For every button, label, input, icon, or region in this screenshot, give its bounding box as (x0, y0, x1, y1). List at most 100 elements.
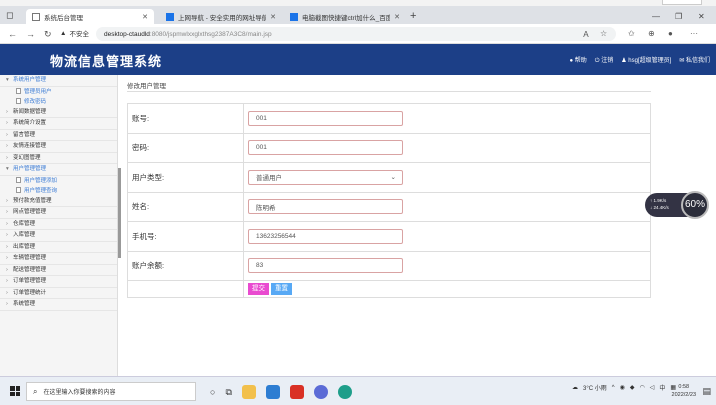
close-icon[interactable]: ✕ (394, 13, 400, 21)
translate-icon[interactable]: Ａ (582, 29, 590, 40)
close-icon[interactable]: ✕ (270, 13, 276, 21)
security-tray-icon[interactable]: ◆ (630, 384, 635, 391)
sidebar-group-outlets[interactable]: › 网点管理管理 (0, 207, 117, 219)
favorites-icon[interactable]: ✩ (628, 29, 635, 38)
tab-label: 系统后台管理 (44, 14, 83, 22)
task-view-icon[interactable]: ⧉ (225, 387, 231, 398)
buttons-cell: 提交 重置 (243, 280, 651, 298)
taskbar: ⌕ 在这里输入你要搜索的内容 ○ ⧉ ☁ 3°C 小雨 ^ ◉ ◆ ◠ ◁ 中 … (0, 376, 716, 405)
wps-icon[interactable] (289, 385, 304, 399)
sidebar-group-intro[interactable]: › 系统简介设置 (0, 118, 117, 130)
close-icon[interactable]: ✕ (142, 13, 148, 21)
tab-baidu[interactable]: 电脑截图快捷键ctrl加什么_百度 ✕ (284, 9, 406, 24)
forward-icon[interactable]: → (26, 29, 35, 39)
sidebar-group-label: 用户管理管理 (13, 166, 47, 172)
form-row: 手机号: (127, 221, 651, 252)
sidebar-group-user-management[interactable]: ▾ 用户管理管理 (0, 164, 117, 176)
tray-icon[interactable]: ◉ (620, 384, 625, 391)
sidebar-group-system-users[interactable]: ▾ 系统用户管理 (0, 75, 117, 87)
name-input[interactable] (248, 199, 403, 215)
chevron-down-icon: ▾ (6, 166, 9, 172)
password-label: 密码: (127, 132, 244, 163)
sidebar-group-orders[interactable]: › 订单管理管理 (0, 276, 117, 288)
sidebar-group-messages[interactable]: › 留言管理 (0, 130, 117, 141)
sidebar-group-order-stats[interactable]: › 订单管理统计 (0, 288, 117, 299)
cortana-icon[interactable]: ○ (210, 387, 215, 397)
minimize-icon[interactable]: — (652, 12, 660, 21)
network-speed-widget[interactable]: ↑ 1.9K/s ↓ 24.4K/s 60% (645, 191, 709, 219)
phone-input[interactable] (248, 228, 403, 244)
password-input[interactable] (248, 140, 403, 156)
security-indicator[interactable]: ▲ 不安全 (60, 28, 89, 39)
chevron-right-icon: › (6, 143, 8, 149)
chevron-down-icon: ⌄ (390, 174, 396, 182)
tab-system-admin[interactable]: 系统后台管理 ✕ (26, 9, 154, 24)
new-tab-icon[interactable]: + (410, 11, 416, 22)
chevron-right-icon: › (6, 266, 8, 273)
notification-icon[interactable]: ▤ (702, 386, 711, 397)
restore-icon[interactable]: ❐ (675, 12, 682, 21)
account-input[interactable] (248, 110, 403, 126)
sidebar-group-inbound[interactable]: › 入库管理 (0, 230, 117, 242)
user-type-select[interactable]: 普通用户 ⌄ (248, 169, 403, 185)
edge-icon[interactable] (337, 385, 352, 399)
url-field[interactable]: desktop-ctaudld:8080/jspmwlxxglxthsg2387… (96, 27, 616, 41)
sidebar-item-admin-users[interactable]: 管理员用户 (0, 87, 117, 97)
chevron-right-icon: › (6, 289, 8, 296)
file-icon (16, 176, 21, 183)
logout-label: 注销 (601, 58, 614, 64)
help-link[interactable]: ● 帮助 (569, 55, 586, 65)
help-icon: ● (569, 58, 574, 64)
sidebar-group-vehicles[interactable]: › 车辆管理管理 (0, 253, 117, 265)
wifi-icon[interactable]: ◠ (639, 384, 644, 391)
sidebar-group-label: 订单管理统计 (13, 289, 47, 296)
sidebar-group-news[interactable]: › 新闻数据管理 (0, 107, 117, 118)
sidebar-group-slides[interactable]: › 变幻图管理 (0, 153, 117, 164)
profile-icon[interactable]: ● (668, 29, 673, 38)
clock[interactable]: 0:58 2022/2/23 (672, 383, 696, 399)
sidebar-group-label: 入库管理 (13, 232, 36, 238)
sidebar-group-delivery[interactable]: › 配送管理管理 (0, 265, 117, 276)
volume-icon[interactable]: ◁ (650, 384, 655, 391)
sidebar-group-label: 系统简介设置 (13, 120, 47, 126)
sidebar-group-label: 车辆管理管理 (13, 255, 47, 261)
windows-start-icon[interactable] (10, 386, 20, 396)
sidebar-item-label: 管理员用户 (24, 88, 52, 95)
sidebar-group-outbound[interactable]: › 出库管理 (0, 242, 117, 253)
app-icon[interactable] (313, 385, 328, 399)
balance-input[interactable] (248, 258, 403, 274)
message-link[interactable]: ✉ 私信我们 (679, 55, 710, 65)
user-label: hsg[超级管理员] (628, 58, 672, 64)
file-icon (16, 87, 21, 94)
sidebar-item-change-password[interactable]: 修改密码 (0, 97, 117, 107)
file-explorer-icon[interactable] (241, 385, 256, 399)
collections-icon[interactable]: ⊕ (648, 29, 655, 38)
logout-link[interactable]: ⏻ 注销 (595, 55, 613, 65)
sidebar-group-links[interactable]: › 友情连接管理 (0, 141, 117, 153)
reload-icon[interactable]: ↻ (44, 29, 52, 39)
security-label: 不安全 (69, 31, 89, 38)
tab-navigation[interactable]: 上网导航 - 安全实用的网址导航 ✕ (160, 9, 282, 24)
favorite-icon[interactable]: ☆ (600, 29, 607, 38)
weather-text[interactable]: 3°C 小雨 (583, 383, 607, 392)
address-bar: ← → ↻ ▲ 不安全 desktop-ctaudld:8080/jspmwlx… (0, 24, 716, 44)
more-icon[interactable]: ··· (690, 29, 698, 38)
window-menu-icon[interactable]: ◻ (6, 10, 16, 20)
reset-button[interactable]: 重置 (271, 283, 292, 295)
window-close-icon[interactable]: ✕ (698, 12, 705, 21)
ie-icon[interactable] (265, 385, 280, 399)
sidebar-group-warehouse[interactable]: › 仓库管理 (0, 219, 117, 230)
name-cell (243, 191, 651, 222)
browser-tab-bar: ◻ 系统后台管理 ✕ 上网导航 - 安全实用的网址导航 ✕ 电脑截图快捷键ctr… (0, 6, 716, 24)
sidebar-item-user-query[interactable]: 用户管理查询 (0, 186, 117, 196)
page-icon (32, 12, 40, 21)
sidebar-group-prepaid[interactable]: › 预付款充值管理 (0, 196, 117, 207)
ime-indicator[interactable]: 中 (659, 383, 665, 392)
sidebar-item-user-add[interactable]: 用户管理添加 (0, 176, 117, 186)
taskbar-search[interactable]: ⌕ 在这里输入你要搜索的内容 (26, 382, 196, 401)
sidebar-group-system[interactable]: › 系统管理 (0, 299, 117, 311)
user-link[interactable]: ♟ hsg[超级管理员] (621, 55, 671, 65)
chevron-up-icon[interactable]: ^ (612, 385, 615, 391)
back-icon[interactable]: ← (8, 29, 17, 39)
submit-button[interactable]: 提交 (248, 283, 269, 295)
